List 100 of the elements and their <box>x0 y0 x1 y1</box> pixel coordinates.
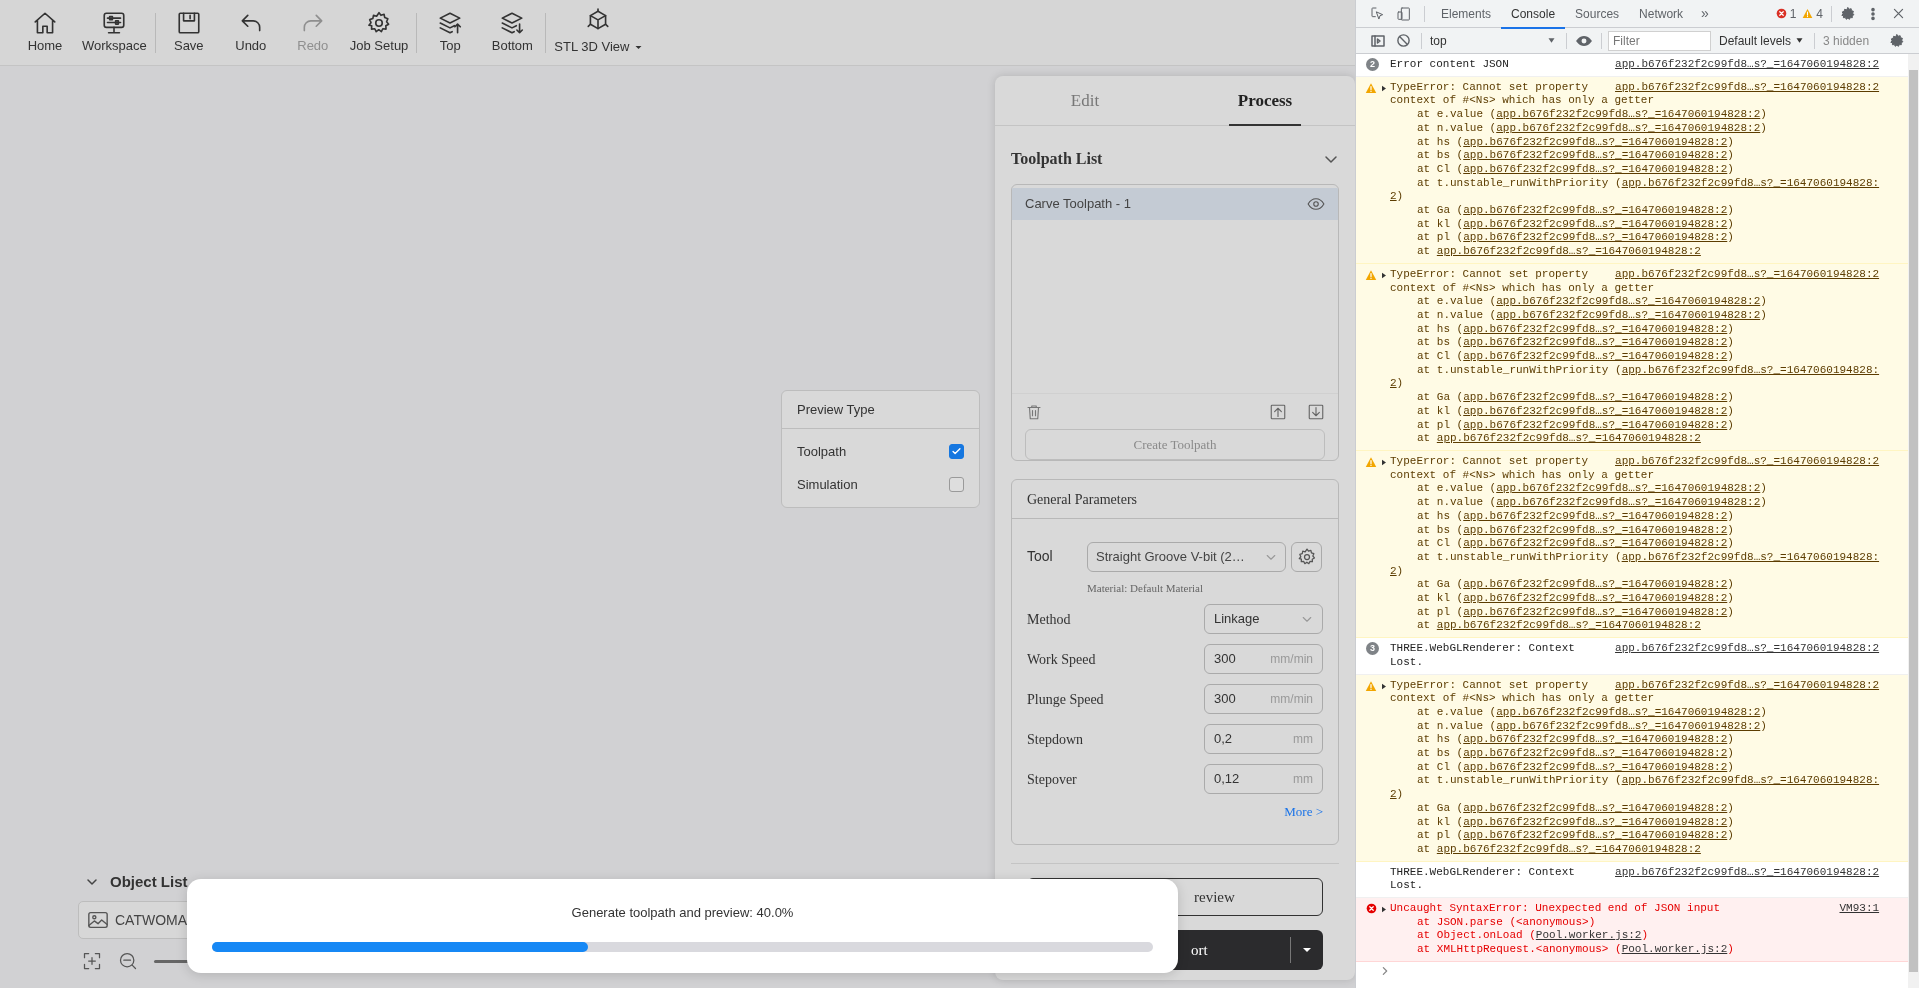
sidebar-toggle-icon[interactable] <box>1370 32 1386 49</box>
devtools-tab[interactable]: Console <box>1501 0 1566 28</box>
source-link[interactable]: 2 <box>1390 190 1397 203</box>
select-field[interactable]: Linkage <box>1204 604 1323 634</box>
source-link[interactable]: app.b676f232f2c99fd8…s?_=1647060194828:2 <box>1463 135 1728 148</box>
source-link[interactable]: app.b676f232f2c99fd8…s?_=1647060194828: <box>1621 176 1880 189</box>
stack-frame: at JSON.parse (<anonymous>) <box>1390 915 1880 930</box>
input-field[interactable]: 0,12 mm <box>1204 764 1323 794</box>
source-link[interactable]: app.b676f232f2c99fd8…s?_=1647060194828:2 <box>1615 267 1880 282</box>
toolbar-button[interactable]: Top <box>419 4 482 61</box>
source-link[interactable]: app.b676f232f2c99fd8…s?_=1647060194828:2 <box>1496 719 1761 732</box>
eye-icon[interactable] <box>1307 195 1325 213</box>
source-link[interactable]: app.b676f232f2c99fd8…s?_=1647060194828:2 <box>1436 245 1701 258</box>
source-link[interactable]: app.b676f232f2c99fd8…s?_=1647060194828:2 <box>1615 455 1880 469</box>
source-link[interactable]: 2 <box>1390 788 1397 801</box>
source-link[interactable]: app.b676f232f2c99fd8…s?_=1647060194828:2 <box>1463 350 1728 363</box>
devtools-tab[interactable]: Sources <box>1565 0 1630 28</box>
source-link[interactable]: app.b676f232f2c99fd8…s?_=1647060194828:2 <box>1463 322 1728 335</box>
toolpath-item[interactable]: Carve Toolpath - 1 <box>1012 188 1338 220</box>
source-link[interactable]: app.b676f232f2c99fd8…s?_=1647060194828:2 <box>1463 829 1728 842</box>
context-select[interactable]: top <box>1430 30 1560 51</box>
source-link[interactable]: app.b676f232f2c99fd8…s?_=1647060194828:2 <box>1463 747 1728 760</box>
settings-icon[interactable] <box>1889 32 1905 49</box>
source-link[interactable]: app.b676f232f2c99fd8…s?_=1647060194828:2 <box>1463 801 1728 814</box>
trash-icon[interactable] <box>1025 403 1043 421</box>
source-link[interactable]: app.b676f232f2c99fd8…s?_=1647060194828:2 <box>1496 108 1761 121</box>
source-link[interactable]: app.b676f232f2c99fd8…s?_=1647060194828:2 <box>1463 605 1728 618</box>
source-link[interactable]: app.b676f232f2c99fd8…s?_=1647060194828:2 <box>1496 496 1761 509</box>
source-link[interactable]: app.b676f232f2c99fd8…s?_=1647060194828:2 <box>1436 432 1701 445</box>
source-link[interactable]: app.b676f232f2c99fd8…s?_=1647060194828:2 <box>1615 865 1880 894</box>
log-levels-dropdown[interactable]: Default levels <box>1719 31 1805 50</box>
more-tabs-button[interactable]: » <box>1693 3 1717 24</box>
source-link[interactable]: app.b676f232f2c99fd8…s?_=1647060194828:2 <box>1496 295 1761 308</box>
source-link[interactable]: app.b676f232f2c99fd8…s?_=1647060194828:2 <box>1436 842 1701 855</box>
source-link[interactable]: app.b676f232f2c99fd8…s?_=1647060194828:2 <box>1496 121 1761 134</box>
devtools-tab[interactable]: Network <box>1629 0 1694 28</box>
source-link[interactable]: app.b676f232f2c99fd8…s?_=1647060194828:2 <box>1496 308 1761 321</box>
source-link[interactable]: app.b676f232f2c99fd8…s?_=1647060194828:2 <box>1496 705 1761 718</box>
source-link[interactable]: app.b676f232f2c99fd8…s?_=1647060194828: <box>1621 363 1880 376</box>
source-link[interactable]: app.b676f232f2c99fd8…s?_=1647060194828:2 <box>1496 482 1761 495</box>
source-link[interactable]: 2 <box>1390 564 1397 577</box>
source-link[interactable]: app.b676f232f2c99fd8…s?_=1647060194828:2 <box>1463 578 1728 591</box>
filter-field[interactable]: Filter <box>1608 30 1711 51</box>
source-link[interactable]: app.b676f232f2c99fd8…s?_=1647060194828:2 <box>1615 58 1880 72</box>
source-link[interactable]: Pool.worker.js:2 <box>1621 943 1728 956</box>
device-icon[interactable] <box>1396 5 1412 22</box>
source-link[interactable]: app.b676f232f2c99fd8…s?_=1647060194828:2 <box>1463 733 1728 746</box>
checkbox[interactable] <box>949 477 964 492</box>
source-link[interactable]: app.b676f232f2c99fd8…s?_=1647060194828:2 <box>1463 509 1728 522</box>
tool-settings-button[interactable] <box>1291 541 1322 572</box>
input-field[interactable]: 0,2 mm <box>1204 724 1323 754</box>
expand-triangle-icon[interactable] <box>1380 270 1388 280</box>
source-link[interactable]: 2 <box>1390 377 1397 390</box>
source-link[interactable]: app.b676f232f2c99fd8…s?_=1647060194828: <box>1621 550 1880 563</box>
source-link[interactable]: app.b676f232f2c99fd8…s?_=1647060194828:2 <box>1463 231 1728 244</box>
input-field[interactable]: 300 mm/min <box>1204 644 1323 674</box>
checkbox[interactable] <box>949 444 964 459</box>
source-link[interactable]: app.b676f232f2c99fd8…s?_=1647060194828: <box>1621 774 1880 787</box>
zoom-out-icon[interactable] <box>118 951 138 971</box>
source-link[interactable]: Pool.worker.js:2 <box>1535 929 1642 942</box>
source-link[interactable]: app.b676f232f2c99fd8…s?_=1647060194828:2 <box>1463 391 1728 404</box>
source-link[interactable]: app.b676f232f2c99fd8…s?_=1647060194828:2 <box>1463 815 1728 828</box>
source-link[interactable]: app.b676f232f2c99fd8…s?_=1647060194828:2 <box>1463 418 1728 431</box>
source-link[interactable]: app.b676f232f2c99fd8…s?_=1647060194828:2 <box>1615 642 1880 670</box>
toolbar-button[interactable]: STL 3D View <box>548 4 649 61</box>
expand-triangle-icon[interactable] <box>1380 681 1388 691</box>
source-link[interactable]: app.b676f232f2c99fd8…s?_=1647060194828:2 <box>1463 149 1728 162</box>
clear-console-icon[interactable] <box>1396 33 1411 48</box>
expand-triangle-icon[interactable] <box>1380 83 1388 93</box>
source-link[interactable]: app.b676f232f2c99fd8…s?_=1647060194828:2 <box>1463 523 1728 536</box>
toolbar-button[interactable]: Undo <box>219 4 282 61</box>
source-link[interactable]: app.b676f232f2c99fd8…s?_=1647060194828:2 <box>1463 204 1728 217</box>
source-link[interactable]: app.b676f232f2c99fd8…s?_=1647060194828:2 <box>1463 537 1728 550</box>
source-link[interactable]: app.b676f232f2c99fd8…s?_=1647060194828:2 <box>1615 80 1880 95</box>
prompt-chevron-icon[interactable] <box>1380 965 1390 976</box>
expand-triangle-icon[interactable] <box>1380 458 1388 467</box>
toolbar-button[interactable]: Home <box>14 4 76 61</box>
toolbar-button[interactable]: Bottom <box>481 4 544 61</box>
devtools-tab[interactable]: Elements <box>1431 0 1502 28</box>
source-link[interactable]: app.b676f232f2c99fd8…s?_=1647060194828:2 <box>1463 217 1728 230</box>
panel-tab[interactable]: Process <box>1175 76 1355 125</box>
source-link[interactable]: app.b676f232f2c99fd8…s?_=1647060194828:2 <box>1463 760 1728 773</box>
source-link[interactable]: app.b676f232f2c99fd8…s?_=1647060194828:2 <box>1615 678 1880 693</box>
toolbar-button[interactable]: Job Setup <box>343 4 415 61</box>
source-link[interactable]: app.b676f232f2c99fd8…s?_=1647060194828:2 <box>1463 592 1728 604</box>
scrollbar[interactable] <box>1908 54 1919 988</box>
inspect-icon[interactable] <box>1370 5 1386 22</box>
source-link[interactable]: app.b676f232f2c99fd8…s?_=1647060194828:2 <box>1463 162 1728 175</box>
expand-triangle-icon[interactable] <box>1380 905 1388 915</box>
source-link[interactable]: app.b676f232f2c99fd8…s?_=1647060194828:2 <box>1463 336 1728 349</box>
input-field[interactable]: 300 mm/min <box>1204 684 1323 714</box>
tool-select[interactable]: Straight Groove V-bit (2… <box>1087 541 1286 572</box>
source-link[interactable]: VM93:1 <box>1839 902 1880 916</box>
toolbar-button[interactable]: Workspace <box>76 4 153 61</box>
source-link[interactable]: app.b676f232f2c99fd8…s?_=1647060194828:2 <box>1463 404 1728 417</box>
close-icon[interactable] <box>1892 7 1905 20</box>
settings-icon[interactable] <box>1840 5 1856 22</box>
fit-view-icon[interactable] <box>82 951 102 971</box>
source-link[interactable]: app.b676f232f2c99fd8…s?_=1647060194828:2 <box>1436 619 1701 632</box>
toolbar-button[interactable]: Save <box>157 4 220 61</box>
